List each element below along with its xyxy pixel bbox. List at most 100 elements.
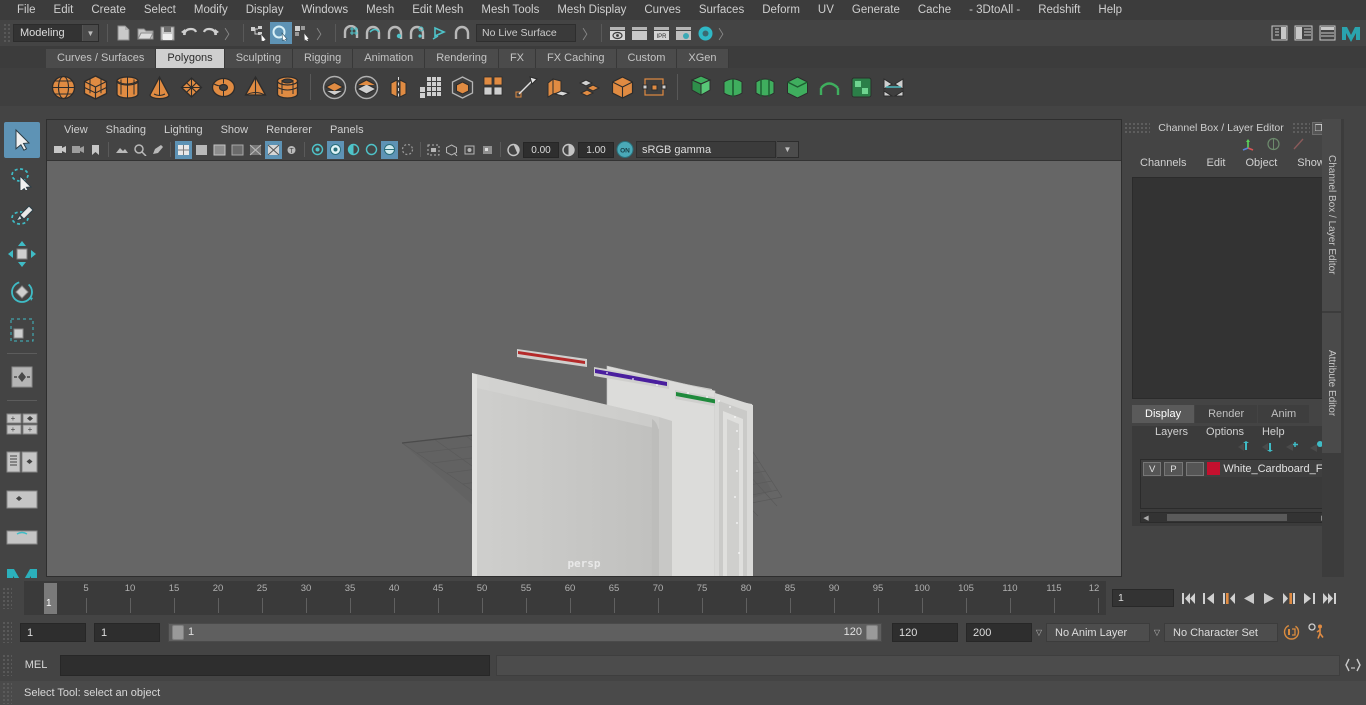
range-end-field[interactable]: 120 <box>892 622 958 642</box>
new-layer-icon[interactable] <box>1285 441 1300 455</box>
merge-icon[interactable] <box>575 71 605 103</box>
menu-mesh[interactable]: Mesh <box>357 0 403 20</box>
channel-menu-channels[interactable]: Channels <box>1130 157 1196 169</box>
menu-3dtoall[interactable]: - 3DtoAll - <box>960 0 1029 20</box>
use-default-lighting-icon[interactable] <box>309 141 326 159</box>
animation-end-field[interactable]: 200 <box>966 622 1032 642</box>
grease-pencil-icon[interactable] <box>149 141 166 159</box>
menu-windows[interactable]: Windows <box>292 0 357 20</box>
step-back-keyframe-icon[interactable] <box>1200 588 1217 608</box>
channel-box-content[interactable] <box>1132 177 1338 399</box>
go-to-end-icon[interactable] <box>1320 588 1337 608</box>
layer-playback-toggle[interactable]: P <box>1164 461 1183 476</box>
menu-modify[interactable]: Modify <box>185 0 237 20</box>
step-back-frame-icon[interactable] <box>1220 588 1237 608</box>
shelf-tab-animation[interactable]: Animation <box>353 49 426 68</box>
menu-help[interactable]: Help <box>1089 0 1131 20</box>
xray-icon[interactable] <box>443 141 460 159</box>
redo-icon[interactable] <box>200 22 222 44</box>
collapse-bracket[interactable]: 〉 <box>580 24 597 43</box>
poly-pipe-icon[interactable] <box>272 71 302 103</box>
play-forwards-icon[interactable] <box>1260 588 1277 608</box>
insert-edge-loop-icon[interactable] <box>718 71 748 103</box>
range-start-field[interactable]: 1 <box>94 622 160 642</box>
use-all-lights-icon[interactable]: T <box>283 141 300 159</box>
command-language-label[interactable]: MEL <box>12 659 60 671</box>
sidebar-attribute-editor-icon[interactable] <box>1268 22 1290 44</box>
menu-uv[interactable]: UV <box>809 0 843 20</box>
reduce-icon[interactable] <box>878 71 908 103</box>
boolean-icon[interactable] <box>383 71 413 103</box>
new-scene-icon[interactable] <box>112 22 134 44</box>
shelf-tab-fx[interactable]: FX <box>498 49 537 68</box>
bridge-icon[interactable] <box>543 71 573 103</box>
time-slider-track[interactable]: 1 5 10 15 20 25 30 35 40 45 50 55 60 65 … <box>24 581 1106 615</box>
motion-blur-icon[interactable] <box>381 140 398 159</box>
quad-draw-icon[interactable] <box>686 71 716 103</box>
hypershade-icon[interactable] <box>694 22 716 44</box>
hardware-texturing-icon[interactable] <box>265 140 282 159</box>
extrude-icon[interactable] <box>479 71 509 103</box>
bookmark-icon[interactable] <box>87 141 104 159</box>
exposure-value[interactable]: 0.00 <box>523 141 559 158</box>
select-component-icon[interactable] <box>292 22 314 44</box>
script-editor-icon[interactable] <box>1340 654 1366 676</box>
select-tool-icon[interactable] <box>4 122 40 158</box>
snap-grid-icon[interactable] <box>340 22 362 44</box>
poly-cylinder-icon[interactable] <box>112 71 142 103</box>
multi-cut-icon[interactable] <box>607 71 637 103</box>
smooth-icon[interactable] <box>447 71 477 103</box>
time-slider-grip[interactable] <box>2 587 12 609</box>
shadows-icon[interactable] <box>345 141 362 159</box>
animation-start-field[interactable]: 1 <box>20 622 86 642</box>
move-layer-down-icon[interactable] <box>1261 441 1276 455</box>
combine-icon[interactable] <box>319 71 349 103</box>
bevel-icon[interactable] <box>511 71 541 103</box>
shelf-tab-polygons[interactable]: Polygons <box>156 49 225 68</box>
target-weld-icon[interactable] <box>639 71 669 103</box>
outliner-persp-layout-icon[interactable] <box>4 520 40 556</box>
layer-visibility-toggle[interactable]: V <box>1143 461 1162 476</box>
render-current-frame-icon[interactable] <box>628 22 650 44</box>
poly-cone-icon[interactable] <box>144 71 174 103</box>
chevron-down-icon[interactable]: ▼ <box>777 141 799 158</box>
two-d-pan-zoom-icon[interactable] <box>131 141 148 159</box>
shelf-tab-fx-caching[interactable]: FX Caching <box>536 49 617 68</box>
last-tool-icon[interactable] <box>4 359 40 395</box>
status-line-grip[interactable] <box>2 22 11 44</box>
connect-components-icon[interactable] <box>782 71 812 103</box>
menu-cache[interactable]: Cache <box>909 0 960 20</box>
ipr-render-icon[interactable]: IPR <box>650 22 672 44</box>
channel-menu-edit[interactable]: Edit <box>1196 157 1235 169</box>
render-settings-icon[interactable] <box>672 22 694 44</box>
gamma-value[interactable]: 1.00 <box>578 141 614 158</box>
color-management-toggle-icon[interactable]: ON <box>615 141 635 159</box>
viewport-menu-lighting[interactable]: Lighting <box>155 124 212 136</box>
collapse-bracket[interactable]: 〉 <box>222 24 239 43</box>
scrollbar-thumb[interactable] <box>1167 514 1287 521</box>
multisample-aa-icon[interactable] <box>399 141 416 159</box>
smooth-shade-selected-icon[interactable] <box>211 141 228 159</box>
lasso-select-tool-icon[interactable] <box>4 160 40 196</box>
poly-pyramid-icon[interactable] <box>240 71 270 103</box>
use-all-lights-toggle-icon[interactable] <box>327 140 344 159</box>
shelf-tab-xgen[interactable]: XGen <box>677 49 729 68</box>
menu-mesh-display[interactable]: Mesh Display <box>548 0 635 20</box>
snap-point-icon[interactable] <box>384 22 406 44</box>
four-pane-layout-icon[interactable] <box>4 482 40 518</box>
save-scene-icon[interactable] <box>156 22 178 44</box>
viewport-menu-shading[interactable]: Shading <box>97 124 155 136</box>
layer-name[interactable]: White_Cardboard_File <box>1223 463 1329 475</box>
anim-layer-select[interactable]: No Anim Layer <box>1046 622 1150 642</box>
layer-tab-render[interactable]: Render <box>1195 405 1258 423</box>
single-pane-layout-icon[interactable]: + + + <box>4 406 40 442</box>
collapse-bracket[interactable]: 〉 <box>314 24 331 43</box>
shelf-tab-sculpting[interactable]: Sculpting <box>224 49 293 68</box>
range-start-handle[interactable] <box>172 624 184 640</box>
ambient-occlusion-icon[interactable] <box>363 141 380 159</box>
panel-grip[interactable] <box>1292 122 1310 134</box>
append-polygon-icon[interactable] <box>846 71 876 103</box>
viewport-menu-panels[interactable]: Panels <box>321 124 373 136</box>
side-tab-channel-box[interactable]: Channel Box / Layer Editor <box>1322 119 1341 311</box>
side-tab-attribute-editor[interactable]: Attribute Editor <box>1322 313 1341 453</box>
